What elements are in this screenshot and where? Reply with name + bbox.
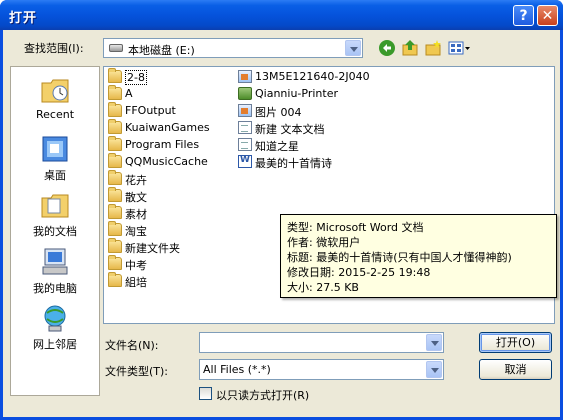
lookin-value: 本地磁盘 (E:) (128, 44, 195, 57)
folder-icon (108, 102, 122, 117)
image-file-icon (238, 70, 252, 83)
close-button[interactable]: ✕ (537, 5, 558, 26)
tooltip-author: 作者: 微软用户 (287, 236, 361, 249)
filename-combo[interactable] (199, 332, 444, 353)
lookin-label: 查找范围(I): (24, 42, 84, 55)
dialog-body: 查找范围(I): 本地磁盘 (E:) Recent 桌面 我的文档 我的电脑 网… (3, 30, 560, 417)
dialog-title: 打开 (9, 11, 38, 26)
filename-label: 文件名(N): (105, 339, 159, 352)
open-button-label: 打开(O) (495, 336, 536, 349)
place-label: Recent (35, 108, 75, 121)
folder-icon (108, 221, 122, 236)
tooltip-title: 标题: 最美的十首情诗(只有中国人才懂得神韵) (287, 251, 512, 264)
folder-icon (108, 272, 122, 287)
folder-icon (108, 238, 122, 253)
place-label: 我的电脑 (33, 282, 77, 295)
view-menu-icon[interactable] (448, 39, 472, 57)
lookin-combo[interactable]: 本地磁盘 (E:) (103, 38, 363, 58)
help-button[interactable]: ? (513, 5, 534, 26)
open-button[interactable]: 打开(O) (479, 332, 552, 353)
place-my-computer[interactable]: 我的电脑 (11, 247, 99, 296)
recent-icon (39, 75, 71, 105)
place-desktop[interactable]: 桌面 (11, 134, 99, 183)
place-my-documents[interactable]: 我的文档 (11, 190, 99, 239)
folder-icon (108, 136, 122, 151)
filetype-value: All Files (*.*) (203, 363, 271, 376)
places-bar: Recent 桌面 我的文档 我的电脑 网上邻居 (10, 66, 100, 396)
text-file-icon (238, 121, 252, 134)
folder-icon (108, 68, 122, 83)
text-file-icon (238, 138, 252, 151)
image-file-icon (238, 104, 252, 117)
readonly-label: 以只读方式打开(R) (216, 389, 310, 402)
title-bar[interactable]: 打开 ? ✕ (0, 0, 563, 30)
filetype-label: 文件类型(T): (105, 365, 169, 378)
tooltip-type: 类型: Microsoft Word 文档 (287, 221, 424, 234)
place-recent[interactable]: Recent (11, 75, 99, 121)
network-icon (39, 303, 71, 333)
new-folder-icon[interactable] (424, 39, 442, 57)
place-network[interactable]: 网上邻居 (11, 303, 99, 352)
place-label: 网上邻居 (33, 338, 77, 351)
cancel-button[interactable]: 取消 (479, 359, 552, 380)
folder-icon (108, 255, 122, 270)
tooltip-modified: 修改日期: 2015-2-25 19:48 (287, 266, 431, 279)
filetype-dropdown-button[interactable] (426, 361, 442, 378)
up-folder-icon[interactable] (401, 39, 419, 57)
open-dialog: 打开 ? ✕ 查找范围(I): 本地磁盘 (E:) Recent 桌面 我的文档… (0, 0, 563, 420)
folder-icon (108, 153, 122, 168)
folder-icon (108, 187, 122, 202)
folder-icon (108, 204, 122, 219)
place-label: 桌面 (44, 169, 66, 182)
folder-icon (108, 119, 122, 134)
file-info-tooltip: 类型: Microsoft Word 文档 作者: 微软用户 标题: 最美的十首… (280, 214, 557, 298)
lookin-dropdown-button[interactable] (345, 40, 361, 56)
filetype-combo[interactable]: All Files (*.*) (199, 359, 444, 380)
filename-dropdown-button[interactable] (426, 334, 442, 351)
back-icon[interactable] (378, 39, 396, 57)
my-documents-icon (39, 190, 71, 220)
drive-icon (109, 44, 123, 52)
folder-icon (108, 170, 122, 185)
desktop-icon (39, 134, 71, 164)
word-file-icon (238, 155, 252, 168)
readonly-checkbox[interactable] (199, 387, 212, 400)
my-computer-icon (39, 247, 71, 277)
tooltip-size: 大小: 27.5 KB (287, 281, 359, 294)
folder-icon (108, 85, 122, 100)
printer-app-icon (238, 87, 252, 100)
cancel-button-label: 取消 (504, 363, 527, 376)
place-label: 我的文档 (33, 225, 77, 238)
